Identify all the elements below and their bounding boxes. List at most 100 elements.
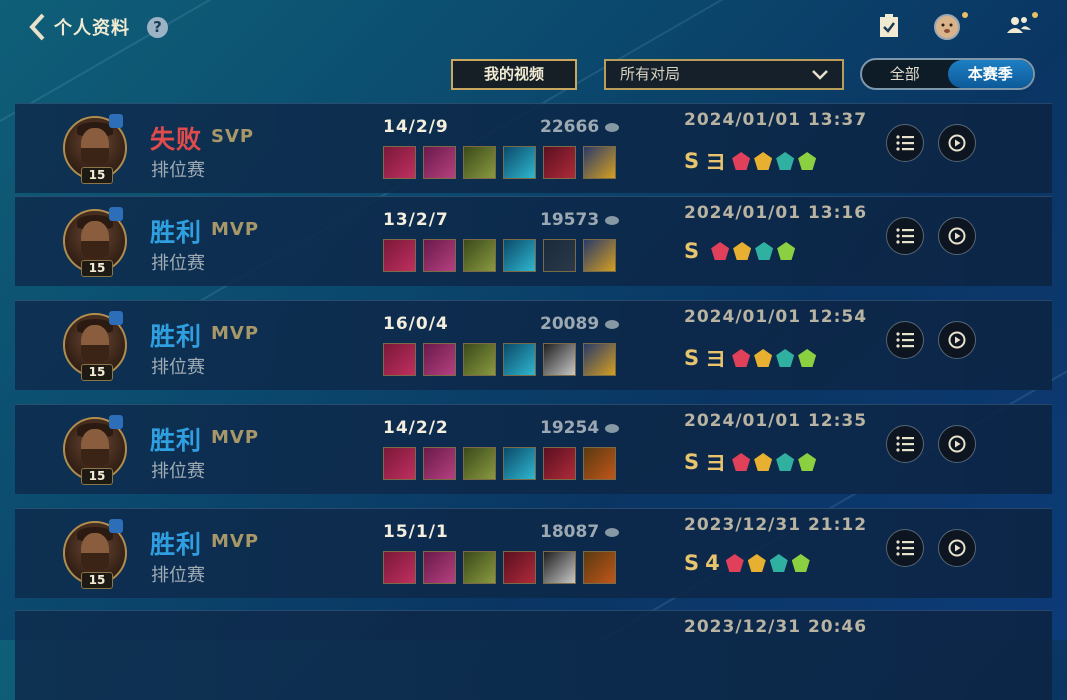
table-row[interactable]: 15 胜利 MVP 排位赛 15/1/1 18087 2023/12/31 21… [15,508,1052,598]
grade-letter: S [684,149,700,173]
list-icon [896,540,914,556]
item-icon[interactable] [423,146,456,179]
item-icon[interactable] [383,447,416,480]
grade-streak: ヨ [705,451,727,475]
item-list [383,343,623,376]
replay-button[interactable] [938,529,976,567]
coin-icon [605,423,620,433]
grade-letter: S [684,551,700,575]
item-icon[interactable] [543,343,576,376]
achievement-icon [798,349,817,367]
match-result: 胜利 [150,322,203,351]
grade-badges: S ヨ [684,146,820,176]
achievement-icon [754,349,773,367]
item-icon[interactable] [583,551,616,584]
match-score: 19573 [540,210,620,230]
hero-level: 15 [81,572,113,589]
help-icon[interactable]: ? [147,17,168,38]
item-list [383,447,623,480]
item-icon[interactable] [543,239,576,272]
achievement-icon [732,349,751,367]
clipboard-check-icon[interactable] [878,14,900,42]
item-icon[interactable] [543,146,576,179]
match-detail-button[interactable] [886,529,924,567]
match-detail-button[interactable] [886,425,924,463]
table-row[interactable]: 15 失败 SVP 排位赛 14/2/9 22666 2024/01/01 13… [15,103,1052,193]
item-icon[interactable] [383,343,416,376]
grade-streak: 4 [705,551,720,575]
item-list [383,551,623,584]
table-row[interactable]: 2023/12/31 20:46 [15,610,1052,700]
grade-letter: S [684,239,700,263]
replay-button[interactable] [938,124,976,162]
my-videos-button[interactable]: 我的视频 [451,59,577,90]
item-icon[interactable] [423,551,456,584]
item-icon[interactable] [583,447,616,480]
tab-this-season[interactable]: 本赛季 [947,60,1033,88]
grade-badges: S [684,239,799,263]
match-score: 19254 [540,418,620,438]
item-icon[interactable] [423,447,456,480]
item-icon[interactable] [503,239,536,272]
item-icon[interactable] [423,239,456,272]
match-detail-button[interactable] [886,124,924,162]
match-datetime: 2024/01/01 13:16 [684,203,868,223]
replay-button[interactable] [938,425,976,463]
hero-level: 15 [81,468,113,485]
item-icon[interactable] [383,239,416,272]
friends-icon[interactable] [1007,15,1031,39]
item-icon[interactable] [503,551,536,584]
item-icon[interactable] [383,146,416,179]
replay-icon [948,134,966,152]
grade-letter: S [684,450,700,474]
season-toggle[interactable]: 全部 本赛季 [860,58,1035,90]
match-rank: MVP [211,427,260,448]
hero-level: 15 [81,364,113,381]
table-row[interactable]: 15 胜利 MVP 排位赛 13/2/7 19573 2024/01/01 13… [15,196,1052,286]
item-icon[interactable] [463,447,496,480]
item-icon[interactable] [583,239,616,272]
achievement-icon [747,554,766,572]
list-icon [896,228,914,244]
match-rank: MVP [211,219,260,240]
item-list [383,239,623,272]
page-title: 个人资料 [54,18,130,39]
replay-button[interactable] [938,321,976,359]
item-icon[interactable] [463,239,496,272]
table-row[interactable]: 15 胜利 MVP 排位赛 14/2/2 19254 2024/01/01 12… [15,404,1052,494]
replay-icon [948,435,966,453]
back-button[interactable]: 个人资料 [28,12,130,42]
achievement-icon [776,349,795,367]
match-rank: MVP [211,531,260,552]
item-icon[interactable] [503,146,536,179]
match-score: 18087 [540,522,620,542]
tab-all[interactable]: 全部 [862,60,948,88]
item-icon[interactable] [543,447,576,480]
item-icon[interactable] [463,551,496,584]
item-icon[interactable] [423,343,456,376]
match-detail-button[interactable] [886,321,924,359]
user-avatar[interactable] [934,14,960,44]
item-icon[interactable] [383,551,416,584]
coin-icon [605,319,620,329]
game-mode: 排位赛 [151,160,205,181]
item-icon[interactable] [503,343,536,376]
game-mode: 排位赛 [151,357,205,378]
item-icon[interactable] [583,146,616,179]
item-icon[interactable] [463,343,496,376]
match-filter-select[interactable]: 所有对局 [604,59,844,90]
item-icon[interactable] [463,146,496,179]
hero-level: 15 [81,167,113,184]
table-row[interactable]: 15 胜利 MVP 排位赛 16/0/4 20089 2024/01/01 12… [15,300,1052,390]
kda: 14/2/2 [383,418,449,438]
achievement-icon [769,554,788,572]
match-detail-button[interactable] [886,217,924,255]
match-datetime: 2024/01/01 12:54 [684,307,868,327]
notification-dot [962,12,968,18]
item-icon[interactable] [543,551,576,584]
item-icon[interactable] [583,343,616,376]
list-icon [896,436,914,452]
match-result: 胜利 [150,530,203,559]
replay-button[interactable] [938,217,976,255]
item-icon[interactable] [503,447,536,480]
